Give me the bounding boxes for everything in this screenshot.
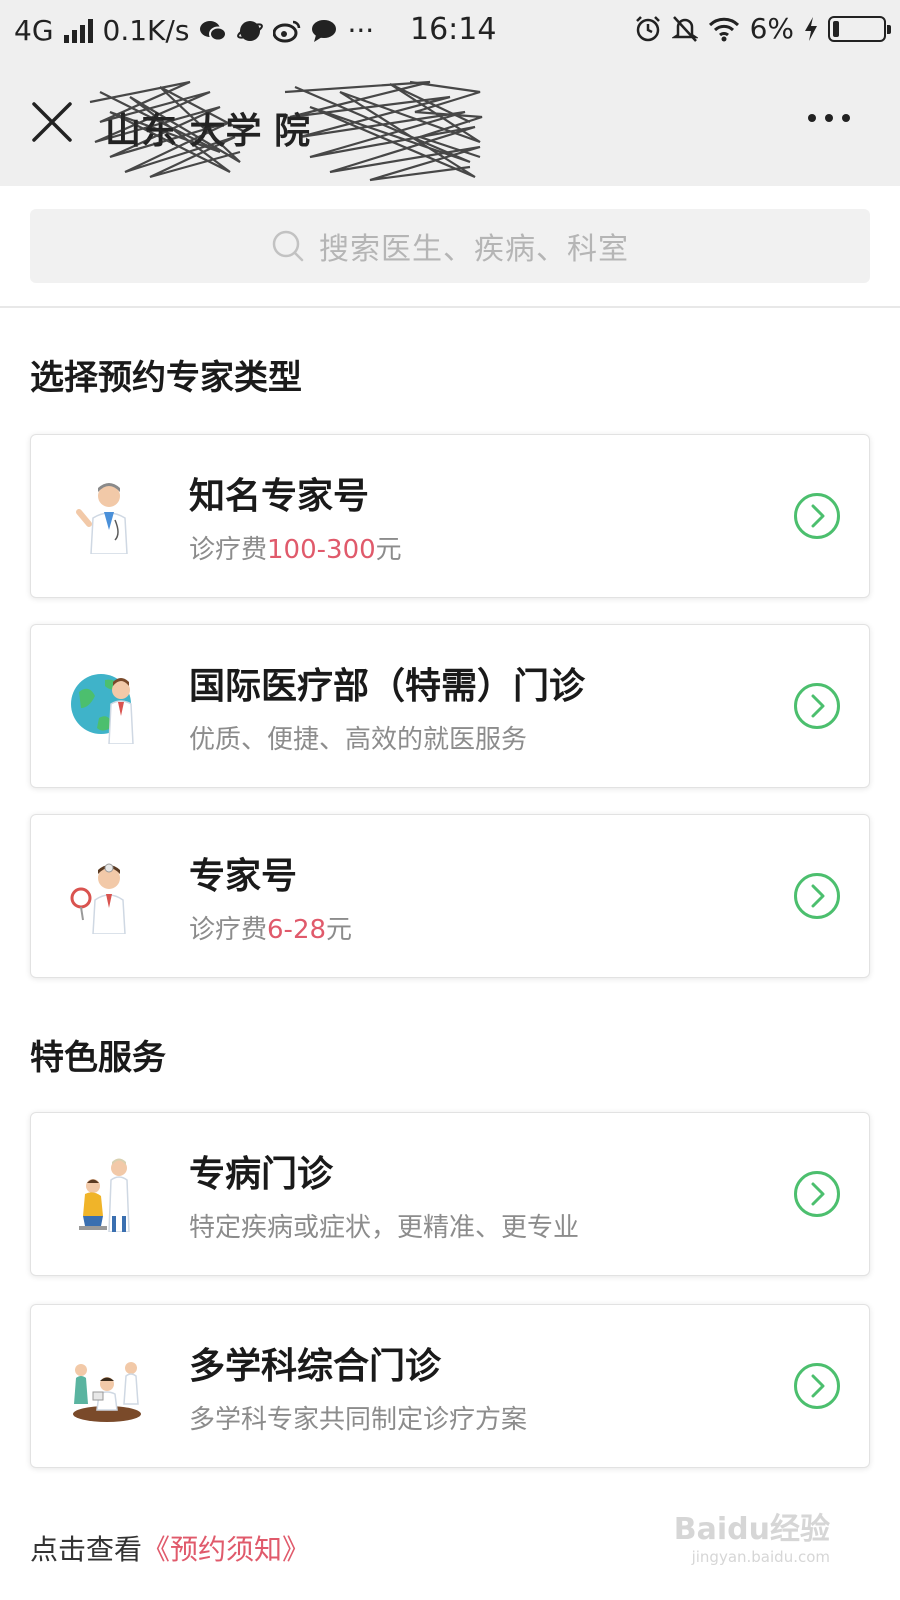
wifi-icon: [708, 17, 739, 41]
booking-notice: 点击查看《预约须知》: [30, 1528, 310, 1568]
card-subtitle: 诊疗费100-300元: [189, 529, 402, 566]
chevron-right-circle-icon: [794, 1363, 840, 1409]
card-subtitle: 多学科专家共同制定诊疗方案: [189, 1405, 528, 1435]
chat-bubble-icon: [312, 19, 337, 42]
more-icon[interactable]: [808, 114, 850, 122]
doctor-waving-icon: [76, 483, 128, 554]
network-label: 4G: [14, 14, 54, 47]
more-status-indicator: ···: [347, 14, 375, 47]
search-input[interactable]: 搜索医生、疾病、科室: [30, 209, 870, 283]
chevron-right-circle-icon: [794, 1171, 840, 1217]
mute-bell-icon: [671, 15, 698, 42]
clock: 16:14: [410, 12, 497, 47]
card-international-medical[interactable]: 国际医疗部（特需）门诊 优质、便捷、高效的就医服务: [30, 624, 870, 788]
notice-prefix: 点击查看: [30, 1533, 143, 1566]
watermark-url: jingyan.baidu.com: [691, 1548, 830, 1566]
team-doctors-icon: [73, 1362, 141, 1422]
search-icon: [272, 230, 304, 262]
fee-price: 100-300: [267, 535, 376, 565]
booking-notice-link[interactable]: 《预约须知》: [142, 1533, 310, 1566]
signal-icon: [63, 18, 93, 43]
planet-icon: [237, 20, 264, 41]
battery-percent: 6%: [749, 12, 794, 45]
fee-unit: 元: [375, 535, 402, 565]
search-area: 搜索医生、疾病、科室: [0, 186, 900, 308]
charging-icon: [805, 16, 817, 41]
fee-unit: 元: [326, 915, 353, 945]
section-title-special: 特色服务: [30, 1038, 166, 1078]
battery-icon: [828, 15, 891, 42]
card-title: 专家号: [189, 856, 298, 897]
weibo-icon: [273, 20, 301, 42]
card-title: 专病门诊: [189, 1154, 334, 1195]
fee-label: 诊疗费: [189, 915, 268, 945]
card-subtitle: 诊疗费6-28元: [189, 909, 352, 946]
fee-price: 6-28: [267, 915, 327, 945]
card-multidisciplinary-clinic[interactable]: 多学科综合门诊 多学科专家共同制定诊疗方案: [30, 1304, 870, 1468]
card-famous-expert[interactable]: 知名专家号 诊疗费100-300元: [30, 434, 870, 598]
chevron-right-circle-icon: [794, 873, 840, 919]
wechat-icon: [200, 20, 228, 41]
status-bar: 4G 0.1K/s ··· 16:14 6%: [0, 0, 900, 62]
close-icon[interactable]: [30, 100, 74, 144]
card-subtitle: 优质、便捷、高效的就医服务: [189, 725, 528, 755]
section-title-booking: 选择预约专家类型: [30, 358, 302, 398]
card-title: 国际医疗部（特需）门诊: [189, 666, 586, 707]
doctor-patient-icon: [79, 1158, 130, 1232]
globe-doctor-icon: [71, 674, 134, 744]
fee-label: 诊疗费: [189, 535, 268, 565]
doctor-sign-icon: [70, 863, 126, 934]
baidu-watermark: Baidu经验 jingyan.baidu.com: [674, 1504, 830, 1566]
chevron-right-circle-icon: [794, 493, 840, 539]
card-expert[interactable]: 专家号 诊疗费6-28元: [30, 814, 870, 978]
card-subtitle: 特定疾病或症状，更精准、更专业: [189, 1213, 580, 1243]
card-title: 多学科综合门诊: [189, 1346, 442, 1387]
search-placeholder: 搜索医生、疾病、科室: [319, 232, 629, 267]
status-right: 6%: [634, 12, 891, 45]
status-left: 4G 0.1K/s ···: [14, 14, 374, 47]
card-specialty-clinic[interactable]: 专病门诊 特定疾病或症状，更精准、更专业: [30, 1112, 870, 1276]
battery-level-fill: [833, 20, 839, 37]
alarm-icon: [635, 15, 660, 41]
nav-bar: 山东 大学 院: [0, 62, 900, 186]
chevron-right-circle-icon: [794, 683, 840, 729]
watermark-brand: Baidu经验: [673, 1512, 830, 1547]
page-title: 山东 大学 院: [105, 111, 311, 152]
card-title: 知名专家号: [189, 476, 370, 517]
net-speed: 0.1K/s: [102, 14, 190, 47]
